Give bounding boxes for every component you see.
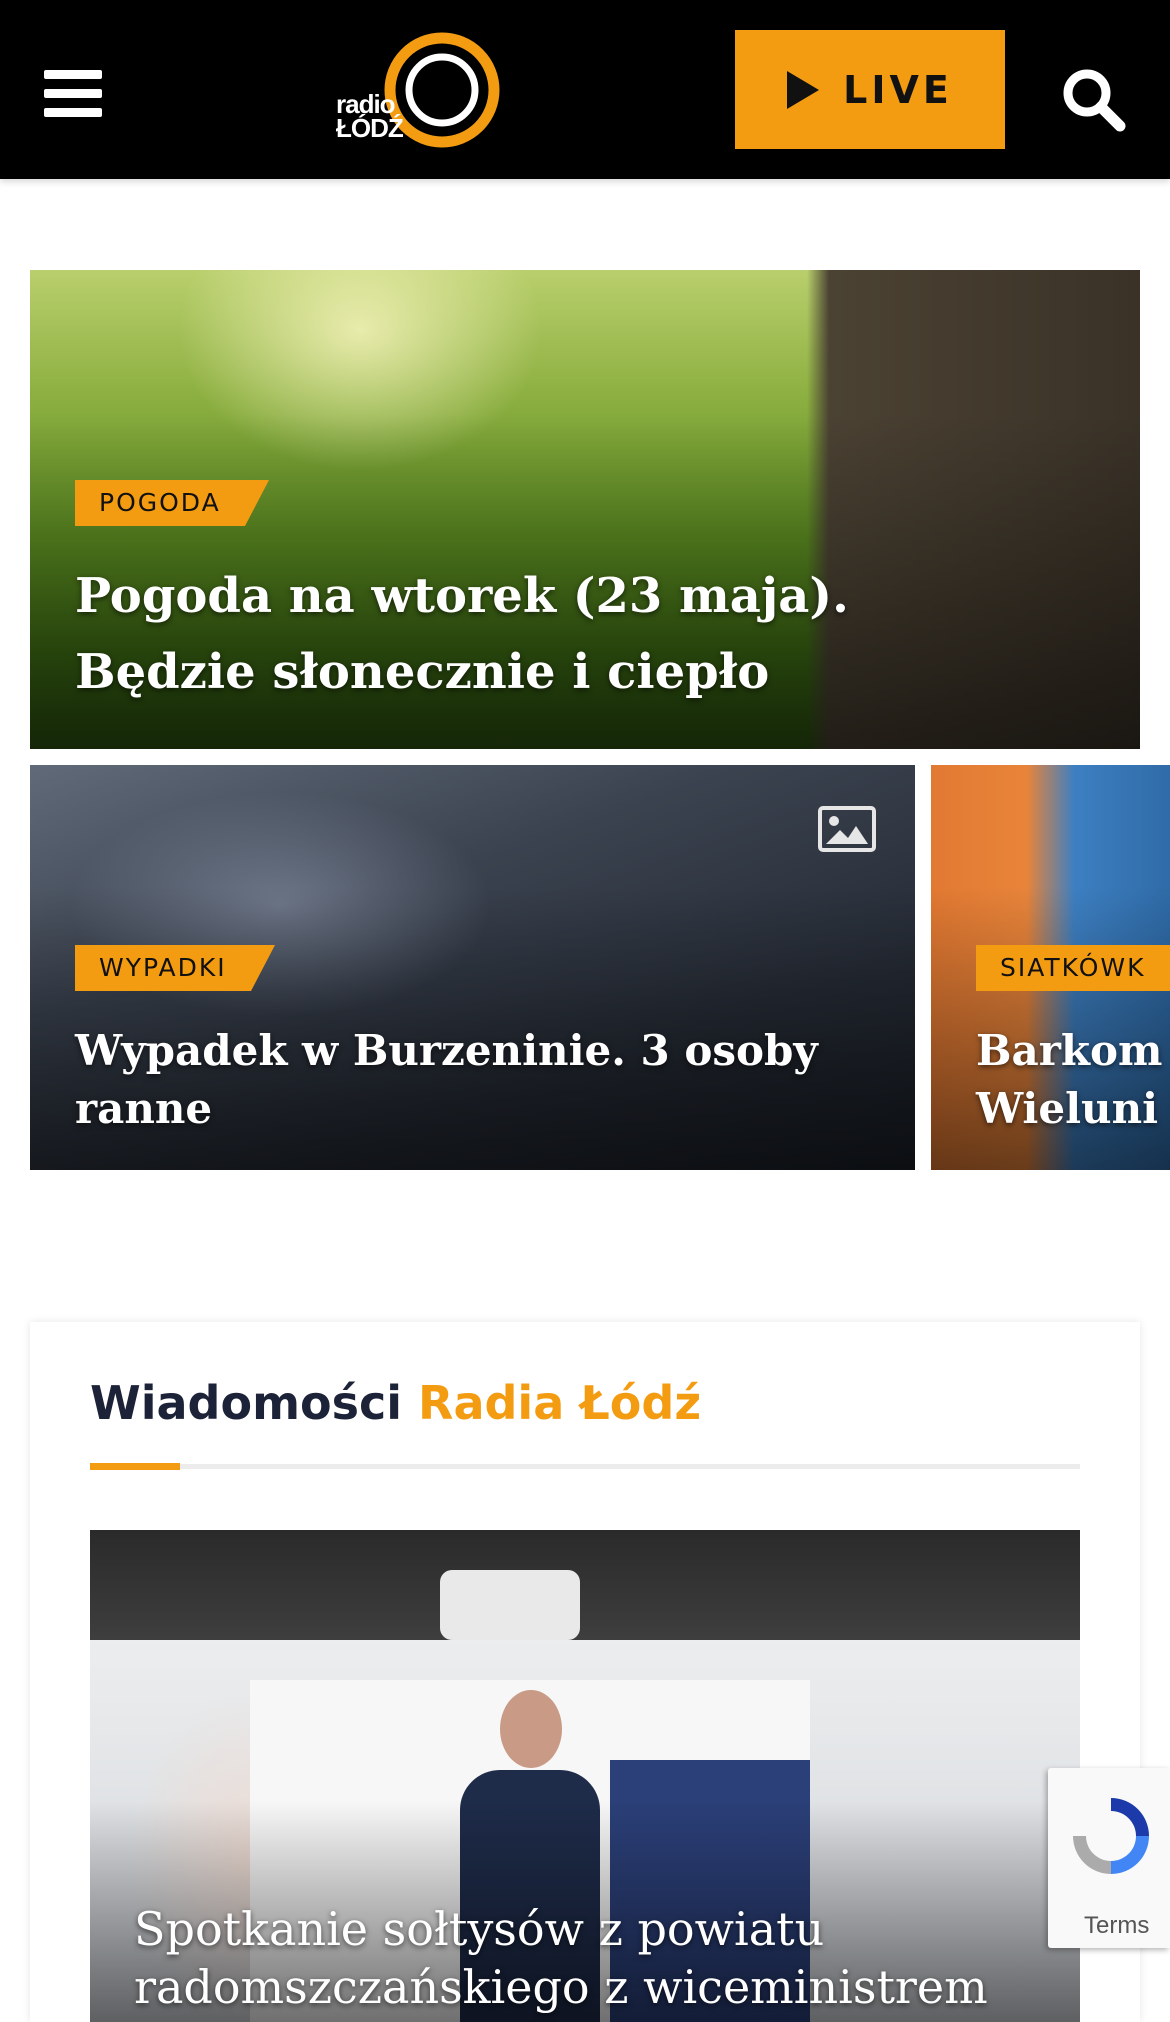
top-header: radio ŁÓDŹ LIVE [0, 0, 1170, 179]
recaptcha-icon [1073, 1798, 1149, 1874]
section-heading: Wiadomości Radia Łódź [90, 1376, 701, 1430]
section-divider-accent [90, 1463, 180, 1470]
category-tag[interactable]: WYPADKI [75, 945, 275, 991]
search-icon[interactable] [1060, 66, 1126, 132]
category-tag[interactable]: SIATKÓWK [976, 945, 1170, 991]
article-card[interactable]: SIATKÓWK Barkom Wieluni [931, 765, 1170, 1170]
article-card[interactable]: WYPADKI Wypadek w Burzeninie. 3 osoby ra… [30, 765, 915, 1170]
live-button[interactable]: LIVE [735, 30, 1005, 149]
section-heading-part2: Radia Łódź [418, 1376, 702, 1430]
article-title-line: Wieluni [976, 1084, 1159, 1133]
article-title[interactable]: Barkom Wieluni [976, 1022, 1170, 1138]
featured-news-title[interactable]: Spotkanie sołtysów z powiatu radomszczań… [134, 1900, 1054, 2016]
recaptcha-terms-link[interactable]: Terms [1084, 1912, 1149, 1940]
article-title-line: Barkom [976, 1026, 1163, 1075]
recaptcha-badge[interactable]: Terms [1048, 1768, 1170, 1948]
gallery-image-icon [818, 806, 876, 852]
section-divider [90, 1464, 1080, 1469]
hero-article-title[interactable]: Pogoda na wtorek (23 maja). Będzie słone… [75, 558, 875, 710]
live-label: LIVE [843, 67, 953, 112]
news-section: Wiadomości Radia Łódź Spotkanie sołtysów… [30, 1322, 1140, 2022]
logo-text-lodz: ŁÓDŹ [336, 113, 404, 143]
section-heading-part1: Wiadomości [90, 1376, 403, 1430]
featured-news-card[interactable]: Spotkanie sołtysów z powiatu radomszczań… [90, 1530, 1080, 2022]
hero-article-card[interactable]: POGODA Pogoda na wtorek (23 maja). Będzi… [30, 270, 1140, 749]
article-title[interactable]: Wypadek w Burzeninie. 3 osoby ranne [75, 1022, 835, 1138]
radio-lodz-logo[interactable]: radio ŁÓDŹ [336, 26, 508, 154]
play-icon [787, 70, 820, 109]
category-tag[interactable]: POGODA [75, 480, 269, 526]
hamburger-menu-icon[interactable] [44, 70, 102, 117]
